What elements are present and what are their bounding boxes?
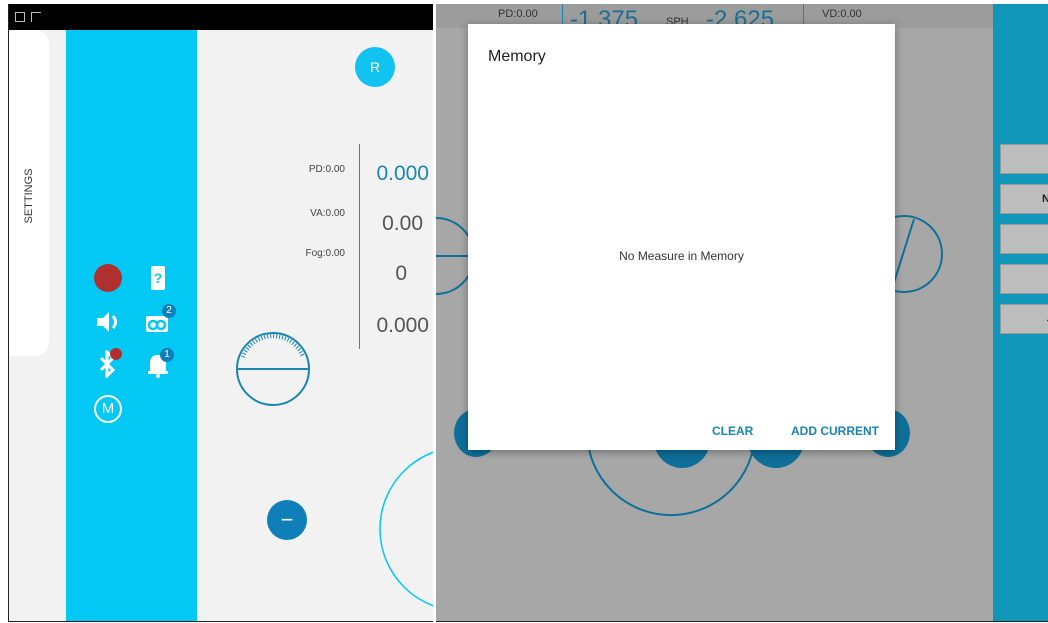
r-button[interactable]: R	[355, 47, 395, 87]
right-screen: PD:0.00 -1.375 SPH -2.625 VD:0.00 NI J M…	[436, 4, 1048, 622]
side-button-1[interactable]	[1000, 144, 1048, 174]
empty-memory-message: No Measure in Memory	[619, 249, 744, 263]
settings-tab[interactable]: SETTINGS	[9, 30, 49, 356]
minus-button[interactable]: −	[267, 500, 307, 540]
left-screen: SETTINGS ? 2 1 M R PD:0.00 VA:0.00 Fog:0…	[8, 4, 433, 622]
clear-button[interactable]: CLEAR	[712, 424, 753, 438]
speaker-icon[interactable]	[94, 308, 122, 336]
bluetooth-icon[interactable]	[94, 348, 122, 378]
camera-icon[interactable]: 2	[144, 304, 176, 336]
status-bar	[9, 4, 433, 30]
lens-circle	[379, 451, 433, 607]
value-cyl[interactable]: 0.00	[353, 212, 423, 236]
memory-dialog: Memory No Measure in Memory CLEAR ADD CU…	[468, 24, 895, 450]
bluetooth-status-dot	[110, 348, 122, 360]
control-strip: ? 2 1 M	[66, 30, 197, 621]
dialog-title: Memory	[488, 48, 546, 65]
side-button-3[interactable]	[1000, 224, 1048, 254]
bell-badge: 1	[160, 348, 174, 362]
right-dial-bg	[892, 215, 943, 293]
side-button-4[interactable]	[1000, 264, 1048, 294]
side-button-5[interactable]: J	[1000, 304, 1048, 334]
screenshot-icon	[31, 12, 41, 22]
bell-icon[interactable]: 1	[144, 348, 174, 378]
memory-icon[interactable]: M	[94, 395, 122, 423]
battery-mark: ?	[153, 270, 163, 286]
pd-label: PD:0.00	[308, 164, 345, 175]
notification-icon	[15, 12, 25, 22]
top-pd-label: PD:0.00	[498, 8, 538, 20]
record-icon[interactable]	[94, 264, 122, 292]
value-add[interactable]: 0.000	[359, 314, 429, 338]
value-axis[interactable]: 0	[337, 262, 407, 286]
battery-icon[interactable]: ?	[144, 264, 172, 292]
va-label: VA:0.00	[310, 208, 345, 219]
add-current-button[interactable]: ADD CURRENT	[791, 424, 879, 438]
axis-dial[interactable]	[233, 329, 313, 409]
side-button-2[interactable]: NI	[1000, 184, 1048, 214]
fog-label: Fog:0.00	[305, 248, 345, 259]
camera-badge: 2	[162, 304, 176, 318]
value-sph[interactable]: 0.000	[359, 162, 429, 186]
settings-label: SETTINGS	[23, 168, 35, 224]
top-vd-label: VD:0.00	[822, 8, 862, 20]
